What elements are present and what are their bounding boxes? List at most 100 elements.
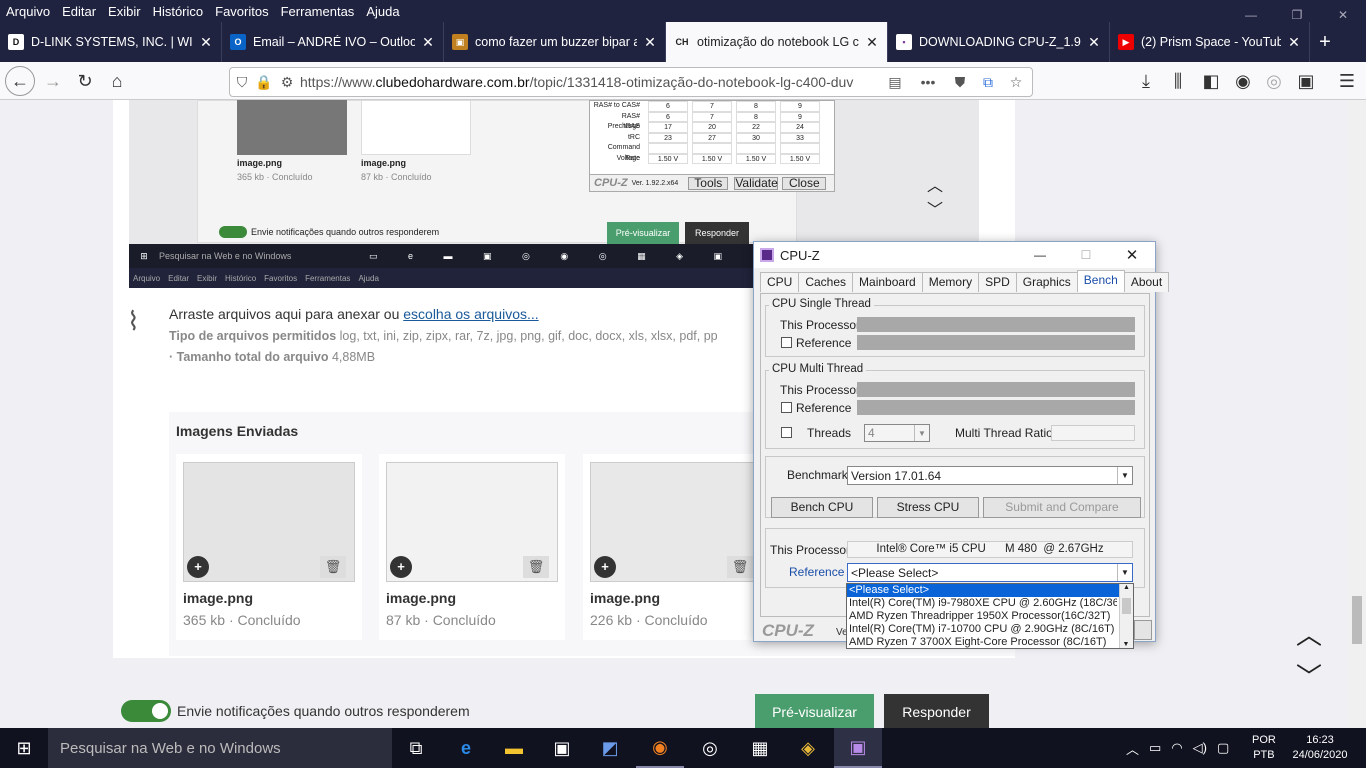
add-image-icon[interactable]: + — [390, 556, 412, 578]
dropdown-option[interactable]: <Please Select> — [847, 584, 1133, 597]
address-bar[interactable]: ⛉ 🔒 ⚙ https://www.clubedohardware.com.br… — [229, 67, 1033, 97]
tab-graphics[interactable]: Graphics — [1015, 272, 1078, 292]
delete-icon[interactable]: 🗑 — [727, 556, 753, 578]
account-icon[interactable]: ◉ — [1228, 66, 1258, 96]
reply-button[interactable]: Responder — [884, 694, 989, 728]
media-icon[interactable]: ◎ — [686, 728, 734, 768]
minimize-icon[interactable]: — — [1017, 248, 1063, 262]
tab-close-icon[interactable]: ✕ — [1087, 34, 1101, 51]
threads-select[interactable]: 4 ▼ — [864, 424, 930, 442]
tab-spd[interactable]: SPD — [978, 272, 1017, 292]
dropdown-option[interactable]: Intel(R) Core(TM) i7-10700 CPU @ 2.90GHz… — [847, 623, 1117, 636]
tab-bench[interactable]: Bench — [1076, 270, 1125, 292]
tab-youtube[interactable]: ▶ (2) Prism Space - YouTube ✕ — [1110, 22, 1310, 62]
tab-dlink[interactable]: DD-LINK SYSTEMS, INC. | WIREL✕ — [0, 22, 222, 62]
delete-icon[interactable]: 🗑 — [523, 556, 549, 578]
hamburger-menu-icon[interactable]: ☰ — [1332, 66, 1362, 96]
mute-icon[interactable]: ✕ — [1287, 34, 1301, 51]
menu-arquivo[interactable]: Arquivo — [0, 4, 56, 19]
bookmark-star-icon[interactable]: ☆ — [1002, 74, 1030, 91]
dropdown-option[interactable]: AMD Ryzen 7 3700X Eight-Core Processor (… — [847, 636, 1117, 648]
taskbar-search-box[interactable]: Pesquisar na Web e no Windows — [48, 728, 392, 768]
lock-icon[interactable]: 🔒 — [254, 74, 274, 91]
pocket-icon[interactable]: ⛊ — [946, 74, 974, 91]
downloads-icon[interactable]: ⤓ — [1131, 66, 1161, 96]
clock[interactable]: 16:23 24/06/2020 — [1288, 733, 1352, 763]
wifi-icon[interactable]: ◠ — [1171, 740, 1182, 756]
windows-start-icon[interactable]: ⊞ — [0, 728, 48, 768]
forward-button[interactable]: → — [38, 66, 68, 96]
chevron-up-icon[interactable]: ︿ — [1126, 739, 1139, 758]
reference-select[interactable]: <Please Select> ▼ — [847, 563, 1133, 582]
tab-close-icon[interactable]: ✕ — [199, 34, 213, 51]
calculator-icon[interactable]: ▦ — [736, 728, 784, 768]
menu-ajuda[interactable]: Ajuda — [360, 4, 405, 19]
tab-clubedohardware[interactable]: CH otimização do notebook LG c4 ✕ — [666, 22, 888, 62]
shield-icon[interactable]: ⛉ — [230, 74, 254, 91]
tab-close-icon[interactable]: ✕ — [643, 34, 657, 51]
submit-compare-button[interactable]: Submit and Compare — [983, 497, 1141, 518]
store-icon[interactable]: ▣ — [538, 728, 586, 768]
cpuz-taskbar-icon[interactable]: ▣ — [834, 728, 882, 768]
menu-exibir[interactable]: Exibir — [102, 4, 147, 19]
tab-mainboard[interactable]: Mainboard — [852, 272, 923, 292]
close-icon[interactable]: ✕ — [1109, 246, 1155, 264]
network-app-icon[interactable]: ◩ — [586, 728, 634, 768]
firefox-icon[interactable]: ◉ — [636, 728, 684, 768]
new-tab-button[interactable]: + — [1310, 31, 1340, 54]
input-language[interactable]: POR PTB — [1252, 733, 1276, 763]
tab-outlook[interactable]: O Email – ANDRÉ IVO – Outlook ✕ — [222, 22, 444, 62]
reader-view-icon[interactable]: ▤ — [880, 74, 910, 91]
stress-cpu-button[interactable]: Stress CPU — [877, 497, 979, 518]
permissions-icon[interactable]: ⚙ — [274, 74, 300, 91]
page-actions-icon[interactable]: ••• — [910, 74, 946, 90]
choose-files-link[interactable]: escolha os arquivos... — [403, 306, 538, 322]
menu-editar[interactable]: Editar — [56, 4, 102, 19]
tab-caches[interactable]: Caches — [798, 272, 854, 292]
tab-cpuz-download[interactable]: ▪DOWNLOADING CPU-Z_1.92-E✕ — [888, 22, 1110, 62]
tab-cpu[interactable]: CPU — [760, 272, 800, 292]
reload-button[interactable]: ↻ — [70, 66, 100, 96]
threads-checkbox[interactable] — [781, 427, 792, 438]
add-image-icon[interactable]: + — [187, 556, 209, 578]
cpuz-close-button[interactable] — [1134, 620, 1152, 640]
page-scrollbar[interactable] — [1348, 100, 1366, 728]
tab-about[interactable]: About — [1123, 272, 1170, 292]
task-view-icon[interactable]: ⧉ — [392, 728, 440, 768]
back-button[interactable]: ← — [5, 66, 35, 96]
tab-close-icon[interactable]: ✕ — [865, 34, 879, 51]
volume-icon[interactable]: ◁) — [1193, 740, 1207, 756]
tab-close-icon[interactable]: ✕ — [421, 34, 435, 51]
paint-icon[interactable]: ◈ — [784, 728, 832, 768]
dropdown-scrollbar[interactable]: ▲ ▼ — [1119, 584, 1133, 648]
sidebar-icon[interactable]: ◧ — [1196, 66, 1226, 96]
benchmark-version-select[interactable]: Version 17.01.64 ▼ — [847, 466, 1133, 485]
translate-icon[interactable]: ⧉ — [974, 74, 1002, 91]
screenshot-icon[interactable]: ▣ — [1291, 66, 1321, 96]
library-icon[interactable]: ⫼ — [1163, 66, 1193, 96]
edge-icon[interactable]: e — [442, 728, 490, 768]
add-image-icon[interactable]: + — [594, 556, 616, 578]
scroll-up-icon[interactable]: ︿ — [1296, 615, 1322, 652]
extension-icon[interactable]: ◎ — [1259, 66, 1289, 96]
maximize-icon[interactable]: ☐ — [1063, 248, 1109, 262]
notifications-icon[interactable]: ▢ — [1217, 740, 1229, 756]
home-button[interactable]: ⌂ — [102, 66, 132, 96]
preview-button[interactable]: Pré-visualizar — [755, 694, 874, 728]
battery-icon[interactable]: ▭ — [1149, 740, 1161, 756]
embedded-timing-value: 8 — [736, 101, 776, 112]
multi-reference-checkbox[interactable] — [781, 402, 792, 413]
single-reference-checkbox[interactable] — [781, 337, 792, 348]
delete-icon[interactable]: 🗑 — [320, 556, 346, 578]
bench-cpu-button[interactable]: Bench CPU — [771, 497, 873, 518]
file-explorer-icon[interactable]: ▬ — [490, 728, 538, 768]
menu-historico[interactable]: Histórico — [147, 4, 210, 19]
menu-ferramentas[interactable]: Ferramentas — [275, 4, 361, 19]
dropdown-option[interactable]: AMD Ryzen Threadripper 1950X Processor(1… — [847, 610, 1117, 623]
scroll-down-icon[interactable]: ﹀ — [1296, 657, 1322, 694]
dropdown-option[interactable]: Intel(R) Core(TM) i9-7980XE CPU @ 2.60GH… — [847, 597, 1117, 610]
tab-memory[interactable]: Memory — [921, 272, 980, 292]
notify-toggle[interactable] — [121, 700, 171, 722]
menu-favoritos[interactable]: Favoritos — [209, 4, 274, 19]
tab-buzzer[interactable]: ▣ como fazer um buzzer bipar ap ✕ — [444, 22, 666, 62]
